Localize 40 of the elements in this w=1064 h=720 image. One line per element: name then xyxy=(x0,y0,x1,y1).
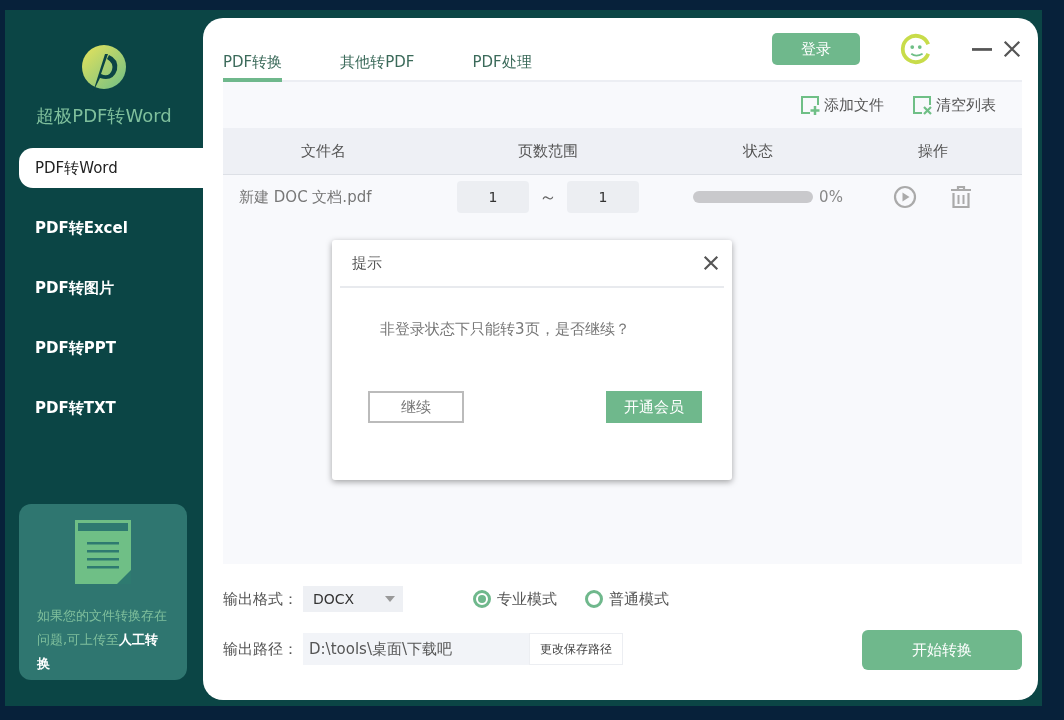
sidebar-item[interactable]: PDF转TXT xyxy=(19,388,203,428)
dialog-title: 提示 xyxy=(352,253,382,273)
add-file-icon xyxy=(800,95,820,115)
format-label: 输出格式： xyxy=(223,589,299,609)
toolbar-label: 清空列表 xyxy=(936,95,996,115)
progress-text: 0% xyxy=(819,188,843,206)
toolbar-button[interactable]: 添加文件 xyxy=(800,95,884,115)
file-name: 新建 DOC 文档.pdf xyxy=(238,187,373,207)
path-field[interactable]: D:\tools\桌面\下载吧 xyxy=(303,633,529,665)
page-to-field[interactable]: 1 xyxy=(567,181,639,213)
column-header: 状态 xyxy=(742,141,774,161)
mode-label: 专业模式 xyxy=(497,589,557,609)
tab[interactable]: PDF处理 xyxy=(472,35,532,82)
sidebar-item[interactable]: PDF转Word xyxy=(19,148,203,188)
sidebar-item[interactable]: PDF转PPT xyxy=(19,328,203,368)
sidebar-item[interactable]: PDF转Excel xyxy=(19,208,203,248)
column-header: 页数范围 xyxy=(517,141,579,161)
change-path-button[interactable]: 更改保存路径 xyxy=(529,633,623,665)
path-label: 输出路径： xyxy=(223,639,299,659)
mode-label: 普通模式 xyxy=(609,589,669,609)
range-separator: ～ xyxy=(539,185,557,209)
mode-radio[interactable]: 普通模式 xyxy=(585,589,669,609)
column-header: 操作 xyxy=(916,141,949,161)
app-title: 超极PDF转Word xyxy=(35,104,173,128)
clear-list-icon xyxy=(912,95,932,115)
toolbar-button[interactable]: 清空列表 xyxy=(912,95,996,115)
help-text: 如果您的文件转换存在问题,可上传至人工转换 xyxy=(37,607,168,673)
close-icon[interactable] xyxy=(1002,39,1022,59)
mode-radio[interactable]: 专业模式 xyxy=(473,589,557,609)
page-from-field[interactable]: 1 xyxy=(457,181,529,213)
caret-icon xyxy=(385,596,395,602)
document-icon xyxy=(75,520,131,584)
sidebar-item[interactable]: PDF转图片 xyxy=(19,268,203,308)
dialog-button[interactable]: 继续 xyxy=(368,391,464,423)
tab[interactable]: 其他转PDF xyxy=(340,35,415,82)
dialog-message: 非登录状态下只能转3页，是否继续？ xyxy=(379,319,631,339)
toolbar-label: 添加文件 xyxy=(824,95,884,115)
column-header: 文件名 xyxy=(299,141,347,161)
close-icon[interactable] xyxy=(702,254,720,272)
format-dropdown[interactable]: DOCX xyxy=(303,586,403,612)
